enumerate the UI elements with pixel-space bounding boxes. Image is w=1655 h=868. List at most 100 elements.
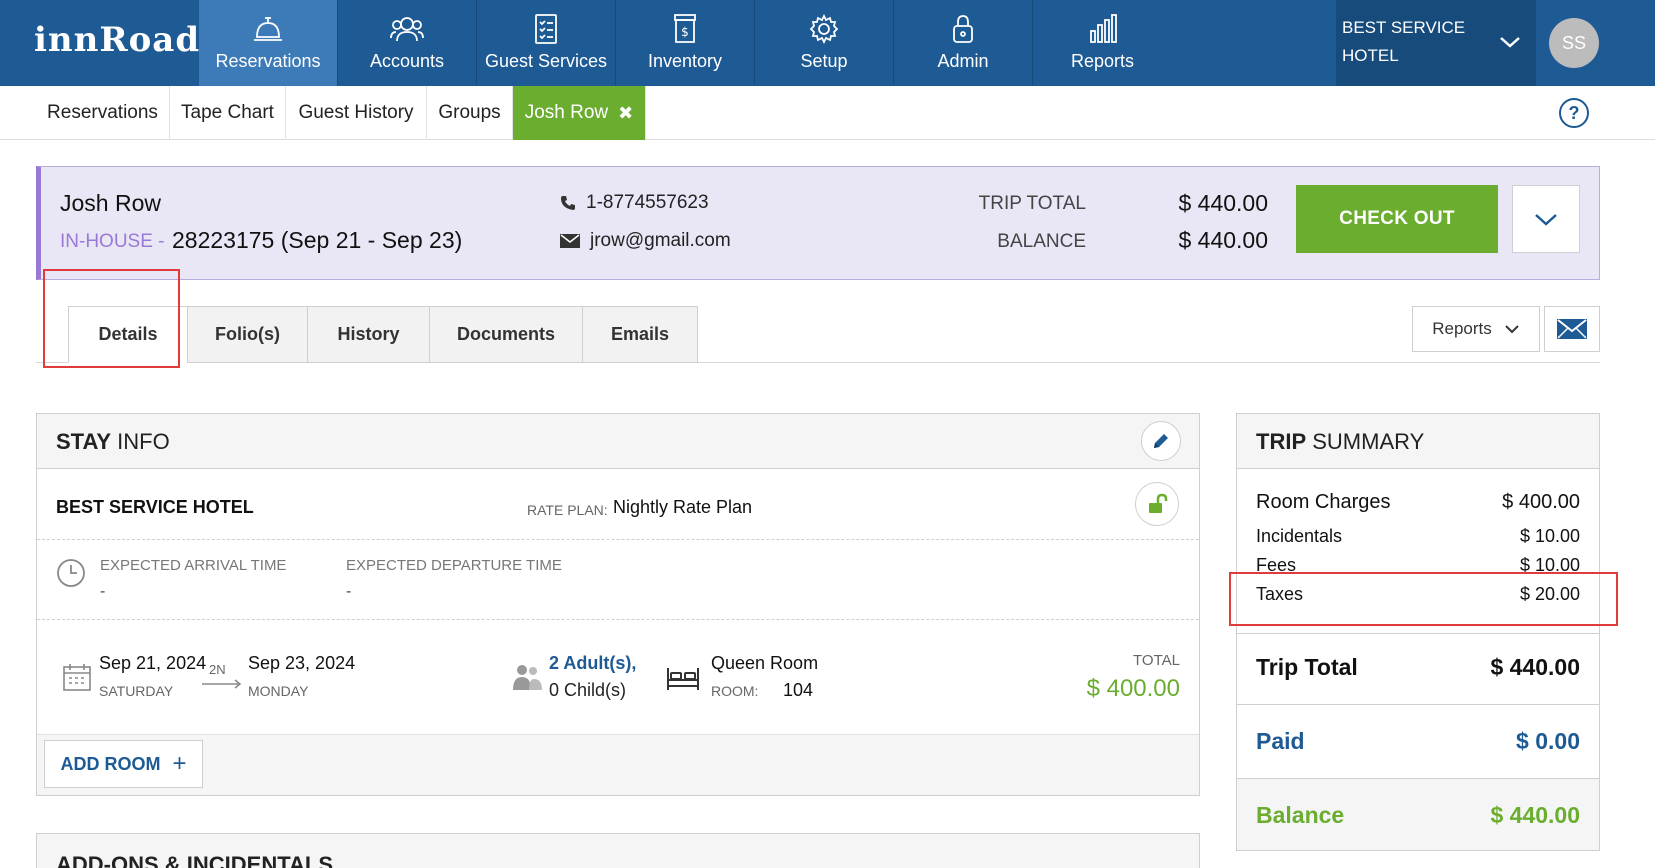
check-out-button[interactable]: CHECK OUT <box>1296 185 1498 253</box>
balance-label: BALANCE <box>997 231 1086 252</box>
room-charges-value: $ 400.00 <box>1502 491 1580 513</box>
subtab-reservations[interactable]: Reservations <box>36 86 170 140</box>
paid-label: Paid <box>1256 728 1305 754</box>
trip-summary-title: TRIP SUMMARY <box>1256 429 1424 455</box>
rate-plan-label: RATE PLAN: <box>527 502 608 518</box>
reports-dropdown[interactable]: Reports <box>1412 306 1540 352</box>
annotation-box-details <box>43 269 180 368</box>
nav-label: Setup <box>800 51 848 71</box>
tab-documents[interactable]: Documents <box>429 306 583 363</box>
brand-logo[interactable]: innRoad <box>34 20 200 60</box>
room-charges-label: Room Charges <box>1256 491 1391 513</box>
pencil-icon <box>1154 434 1168 448</box>
nav-label: Admin <box>937 51 989 71</box>
nav-setup[interactable]: Setup <box>755 0 894 86</box>
nights-count: 2N <box>209 662 226 677</box>
subtab-guest-history[interactable]: Guest History <box>286 86 427 140</box>
balance-summary-value: $ 440.00 <box>1490 802 1580 828</box>
email-button[interactable] <box>1544 306 1600 352</box>
guest-name: Josh Row <box>60 190 161 216</box>
chevron-down-icon[interactable] <box>1498 34 1522 50</box>
tab-emails[interactable]: Emails <box>582 306 698 363</box>
addons-panel: ADD-ONS & INCIDENTALS <box>36 833 1200 868</box>
clock-icon <box>57 559 85 587</box>
nav-reservations[interactable]: Reservations <box>199 0 338 86</box>
subtab-tape-chart[interactable]: Tape Chart <box>170 86 286 140</box>
trip-total-label: TRIP TOTAL <box>978 193 1086 214</box>
bell-icon <box>254 17 282 41</box>
nav-accounts[interactable]: Accounts <box>338 0 477 86</box>
rate-plan-value: Nightly Rate Plan <box>613 497 753 517</box>
room-label: ROOM: <box>711 683 759 699</box>
unlock-icon <box>1149 493 1168 513</box>
trip-total-summary-label: Trip Total <box>1256 654 1358 680</box>
bed-icon <box>667 668 699 690</box>
subtab-josh-row[interactable]: Josh Row ✖ <box>513 86 646 140</box>
help-icon[interactable]: ? <box>1559 98 1589 128</box>
status-badge: IN-HOUSE - <box>60 231 165 252</box>
trip-total-value: $ 440.00 <box>1178 190 1268 216</box>
stay-footer <box>37 734 1199 795</box>
balance-summary-label: Balance <box>1256 802 1345 828</box>
tab-history[interactable]: History <box>307 306 430 363</box>
check-out-day: MONDAY <box>248 683 309 699</box>
adults-count[interactable]: 2 Adult(s), <box>549 653 636 674</box>
nav-label: Inventory <box>647 51 723 71</box>
title-rest: INFO <box>111 429 170 454</box>
gear-icon <box>809 13 839 45</box>
subtab-groups[interactable]: Groups <box>427 86 513 140</box>
nav-reports[interactable]: Reports <box>1033 0 1172 86</box>
phone-value: 1-8774557623 <box>586 192 709 213</box>
more-actions-button[interactable] <box>1512 185 1580 253</box>
tab-folios[interactable]: Folio(s) <box>187 306 308 363</box>
departure-time-label: EXPECTED DEPARTURE TIME <box>346 557 562 574</box>
plus-icon: + <box>172 750 187 777</box>
check-out-date: Sep 23, 2024 <box>248 653 356 673</box>
envelope-icon <box>560 234 580 248</box>
nav-inventory[interactable]: $ Inventory <box>616 0 755 86</box>
user-avatar[interactable]: SS <box>1549 18 1599 68</box>
add-room-button[interactable]: ADD ROOM + <box>44 740 203 788</box>
annotation-box-taxes <box>1229 572 1618 626</box>
check-in-day: SATURDAY <box>99 683 174 699</box>
title-rest: SUMMARY <box>1306 429 1425 454</box>
nav-label: Guest Services <box>484 51 608 71</box>
divider <box>1237 633 1599 634</box>
addons-title: ADD-ONS & INCIDENTALS <box>56 852 334 868</box>
lock-rate-button[interactable] <box>1135 482 1179 526</box>
chevron-down-icon <box>1535 214 1557 226</box>
subtab-label: Josh Row <box>524 102 609 123</box>
calendar-icon <box>63 664 91 691</box>
nav-admin[interactable]: Admin <box>894 0 1033 86</box>
bar-chart-icon <box>1089 14 1117 43</box>
incidentals-value: $ 10.00 <box>1519 526 1580 546</box>
nav-label: Reports <box>1070 51 1135 71</box>
incidentals-label: Incidentals <box>1256 526 1343 546</box>
nav-guest-services[interactable]: Guest Services <box>477 0 616 86</box>
edit-stay-button[interactable] <box>1141 421 1181 461</box>
chevron-down-icon <box>1505 325 1519 334</box>
lock-icon <box>953 15 973 43</box>
users-icon <box>390 17 424 42</box>
room-number: 104 <box>783 680 814 700</box>
nav-label: Accounts <box>369 51 445 71</box>
guest-email: jrow@gmail.com <box>560 230 731 252</box>
title-bold: STAY <box>56 429 112 454</box>
divider <box>37 619 1199 620</box>
close-icon[interactable]: ✖ <box>618 103 633 124</box>
svg-text:$: $ <box>681 25 689 39</box>
departure-time-value: - <box>346 583 352 600</box>
envelope-icon <box>1557 319 1587 339</box>
paid-value: $ 0.00 <box>1516 728 1580 754</box>
room-type: Queen Room <box>711 653 819 673</box>
stay-hotel-name: BEST SERVICE HOTEL <box>56 497 254 517</box>
phone-icon <box>561 196 575 210</box>
sub-nav-bar: Reservations Tape Chart Guest History Gr… <box>0 86 1655 140</box>
nav-label: Reservations <box>215 51 321 71</box>
stay-total-value: $ 400.00 <box>1086 675 1180 702</box>
top-nav-bar: innRoad Reservations Accounts Guest Serv… <box>0 0 1655 86</box>
add-room-label: ADD ROOM <box>60 753 161 774</box>
divider <box>1237 704 1599 705</box>
title-bold: TRIP <box>1256 429 1307 454</box>
arrival-time-value: - <box>100 583 106 600</box>
